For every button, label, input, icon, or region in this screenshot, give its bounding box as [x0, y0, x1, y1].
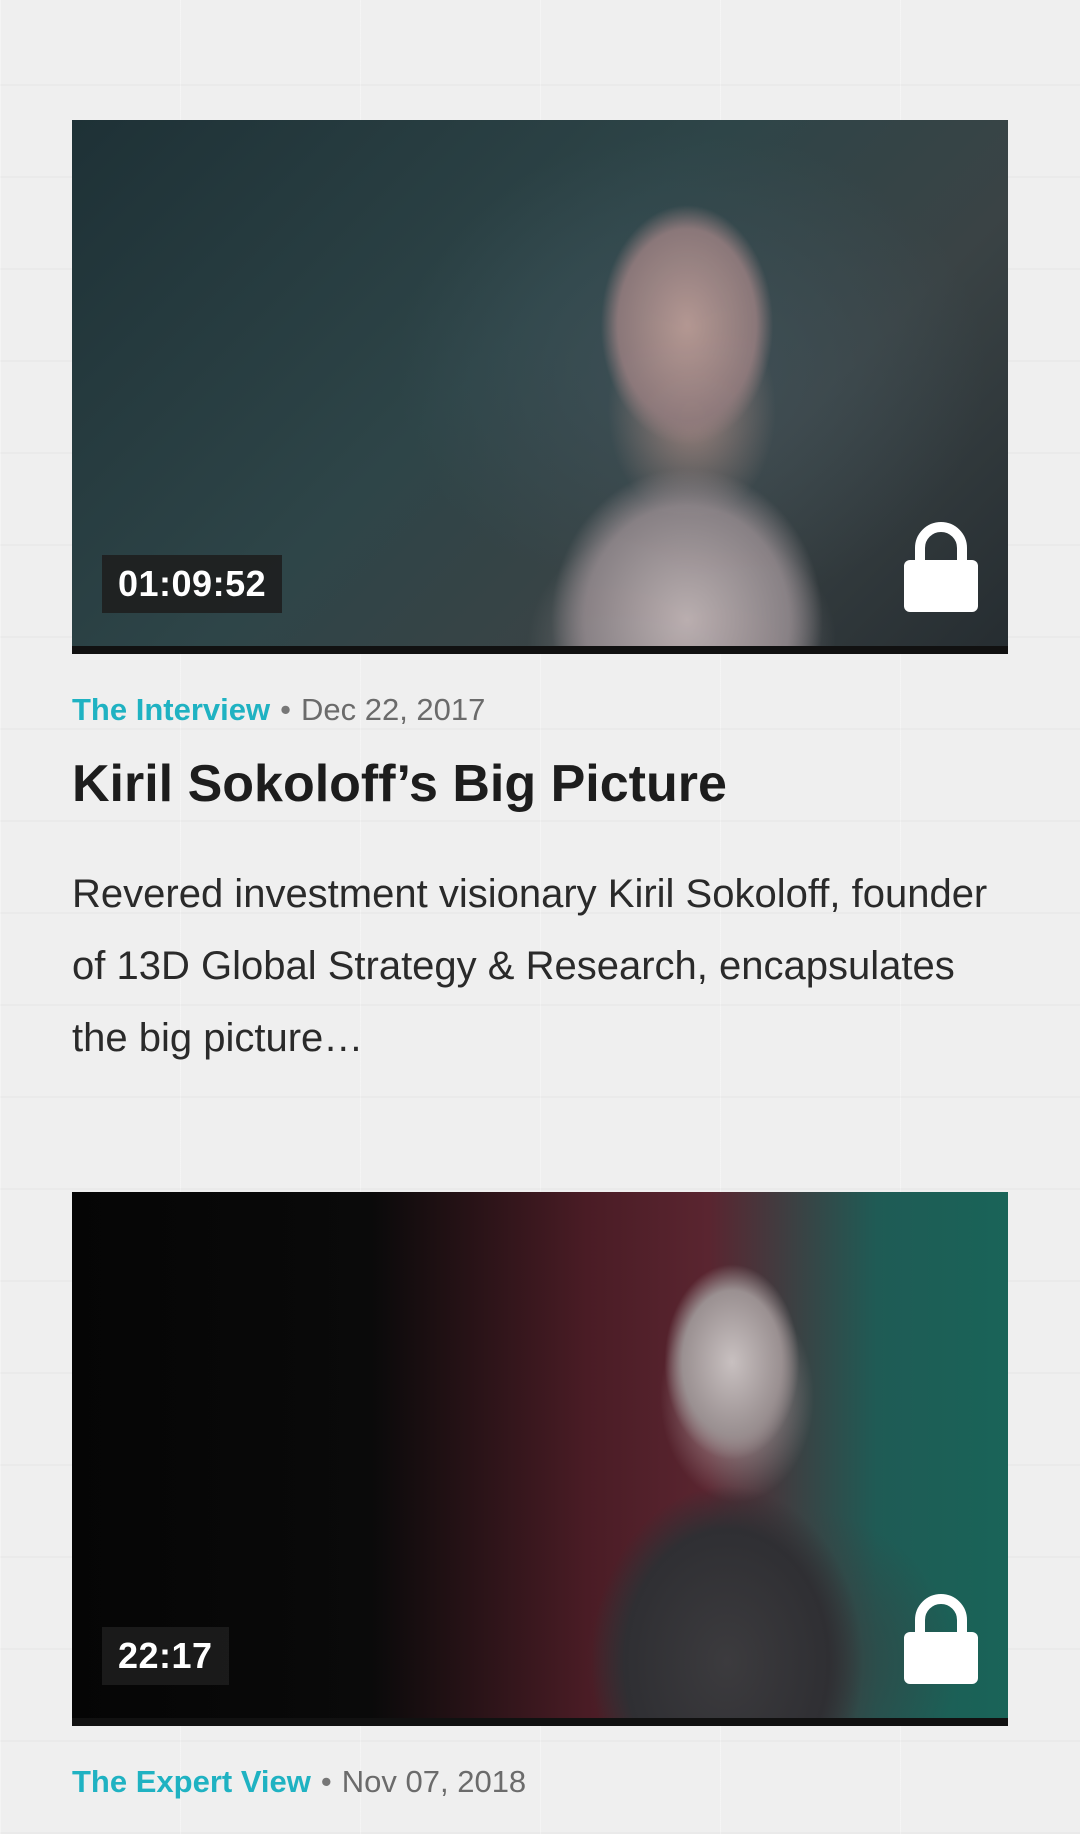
- thumbnail-image: [557, 1202, 877, 1718]
- lock-icon: [904, 1594, 978, 1684]
- category-link[interactable]: The Interview: [72, 692, 270, 727]
- video-card[interactable]: 22:17 The Expert View • Nov 07, 2018: [72, 1192, 1008, 1802]
- article-title[interactable]: Kiril Sokoloff’s Big Picture: [72, 752, 1008, 816]
- video-thumbnail[interactable]: 01:09:52: [72, 120, 1008, 654]
- meta-separator: •: [280, 692, 291, 727]
- thumbnail-image: [527, 150, 847, 646]
- publish-date: Dec 22, 2017: [300, 692, 486, 727]
- publish-date: Nov 07, 2018: [341, 1764, 527, 1799]
- article-meta: The Expert View • Nov 07, 2018: [72, 1762, 1008, 1802]
- meta-separator: •: [320, 1764, 332, 1799]
- article-description: Revered investment visionary Kiril Sokol…: [72, 872, 988, 1060]
- category-link[interactable]: The Expert View: [72, 1764, 311, 1799]
- lock-icon: [904, 522, 978, 612]
- duration-badge: 01:09:52: [102, 555, 283, 613]
- duration-badge: 22:17: [102, 1627, 229, 1685]
- article-meta: The Interview • Dec 22, 2017: [72, 690, 1008, 730]
- video-thumbnail[interactable]: 22:17: [72, 1192, 1008, 1726]
- video-card[interactable]: 01:09:52 The Interview • Dec 22, 2017 Kiri…: [72, 120, 1008, 1074]
